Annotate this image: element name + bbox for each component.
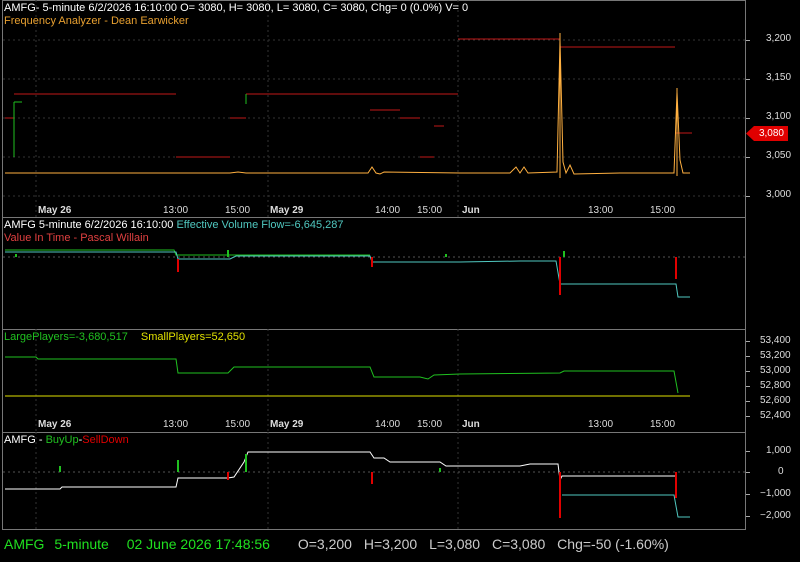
players-y-tick: 52,800 <box>760 380 791 391</box>
last-price-marker: 3,080 <box>746 126 788 141</box>
buyup-label: BuyUp <box>45 434 79 446</box>
price-y-tick: 3,050 <box>766 150 792 161</box>
buyup-y-tick: 1,000 <box>766 445 792 456</box>
buyup-selldown-pane[interactable]: AMFG - BuyUp-SellDown 1,000 0 −1,000 −2,… <box>0 432 800 530</box>
x-label: 14:00 <box>375 205 401 216</box>
x-label: 13:00 <box>588 205 614 216</box>
x-label: May 29 <box>270 419 304 430</box>
status-close: C=3,080 <box>491 536 546 552</box>
players-svg <box>5 329 690 433</box>
buyup-header: AMFG - BuyUp-SellDown <box>4 434 129 446</box>
x-label: 15:00 <box>417 419 443 430</box>
x-label: Jun <box>462 205 480 216</box>
selldown-label: SellDown <box>82 434 129 446</box>
x-label: 13:00 <box>588 419 614 430</box>
status-change: Chg=-50 (-1.60%) <box>557 536 669 552</box>
x-label: 15:00 <box>650 205 676 216</box>
x-label: 15:00 <box>225 419 251 430</box>
x-label: 15:00 <box>650 419 676 430</box>
flow-header: AMFG 5-minute 6/2/2026 16:10:00 Effectiv… <box>4 219 344 231</box>
price-pane[interactable]: AMFG- 5-minute 6/2/2026 16:10:00 O= 3080… <box>0 0 800 218</box>
status-symbol: AMFG <box>4 536 45 552</box>
x-label: 13:00 <box>163 205 189 216</box>
status-interval: 5-minute <box>54 536 109 552</box>
large-players-label: LargePlayers=-3,680,517 <box>4 331 128 343</box>
players-y-tick: 53,000 <box>760 365 791 376</box>
buyup-prefix: AMFG - <box>4 434 46 446</box>
buyup-y-tick: −2,000 <box>760 510 791 521</box>
status-date: 02 June 2026 17:48:56 <box>126 536 270 552</box>
price-y-tick: 3,200 <box>766 33 792 44</box>
x-label: 15:00 <box>417 205 443 216</box>
players-y-tick: 52,600 <box>760 395 791 406</box>
players-y-tick: 53,400 <box>760 335 791 346</box>
buyup-y-tick: 0 <box>778 466 784 477</box>
buyup-svg <box>3 432 745 530</box>
indicator-title: Frequency Analyzer - Dean Earwicker <box>4 15 189 27</box>
price-y-tick: 3,000 <box>766 189 792 200</box>
x-label: 14:00 <box>375 419 401 430</box>
price-y-tick: 3,100 <box>766 111 792 122</box>
players-header: LargePlayers=-3,680,517 SmallPlayers=52,… <box>4 331 245 343</box>
status-bar: AMFG 5-minute 02 June 2026 17:48:56 O=3,… <box>4 536 683 552</box>
players-pane[interactable]: LargePlayers=-3,680,517 SmallPlayers=52,… <box>0 329 800 433</box>
x-label: 13:00 <box>163 419 189 430</box>
x-label: Jun <box>462 419 480 430</box>
x-label: 15:00 <box>225 205 251 216</box>
status-open: O=3,200 <box>297 536 352 552</box>
x-label: May 29 <box>270 205 304 216</box>
x-label: May 26 <box>38 205 72 216</box>
volume-flow-pane[interactable]: AMFG 5-minute 6/2/2026 16:10:00 Effectiv… <box>0 217 800 330</box>
price-chart-svg <box>3 0 745 218</box>
small-players-label: SmallPlayers=52,650 <box>140 331 246 343</box>
status-low: L=3,080 <box>429 536 481 552</box>
x-label: May 26 <box>38 419 72 430</box>
flow-header-prefix: AMFG 5-minute 6/2/2026 16:10:00 <box>4 219 174 231</box>
price-header: AMFG- 5-minute 6/2/2026 16:10:00 O= 3080… <box>4 2 469 14</box>
players-y-tick: 52,400 <box>760 410 791 421</box>
players-y-tick: 53,200 <box>760 350 791 361</box>
flow-header-value: Effective Volume Flow=-6,645,287 <box>176 219 344 231</box>
price-y-tick: 3,150 <box>766 72 792 83</box>
status-high: H=3,200 <box>363 536 418 552</box>
buyup-y-tick: −1,000 <box>760 488 791 499</box>
value-in-time-title: Value In Time - Pascal Willain <box>4 232 149 244</box>
